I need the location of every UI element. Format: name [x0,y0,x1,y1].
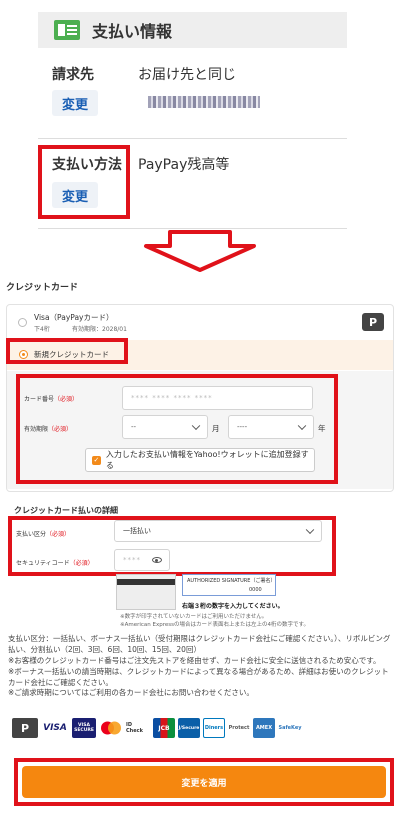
payment-info-title: 支払い情報 [92,22,173,41]
mastercard-logo [99,718,123,738]
j-secure-logo: J/Secure [178,718,200,738]
security-note-2: ※American Expressの場合はカード表面右上または左上の4桁の数字で… [120,622,309,628]
note-paragraph: ※ご請求時期についてはご利用の各カード会社にお問い合わせください。 [8,688,254,698]
down-arrow-icon [144,230,256,272]
amex-logo: AMEX [253,718,275,738]
visa-secure-logo: VISA SECURE [72,718,96,738]
note-paragraph: ※ボーナス一括払いの請当時期は、クレジットカードによって異なる場合があるため、詳… [8,666,389,687]
saved-card-option[interactable]: Visa（PayPayカード） 下4桁 有効期限：2028/01 [6,305,394,339]
safekey-logo: SafeKey [278,718,302,738]
highlight-box-method [38,145,130,219]
billing-label: 請求先 [52,67,94,83]
notes-block: 支払い区分：一括払い、ボーナス一括払い（受付期限はクレジットカード会社にご確認く… [8,634,392,699]
billing-address-redacted [148,96,260,108]
diners-logo: Diners [203,718,225,738]
billing-value: お届け先と同じ [138,67,236,83]
paypay-card-logo: P [362,313,384,331]
saved-card-expiry: 有効期限：2028/01 [72,326,127,333]
jcb-logo: JCB [153,718,175,738]
highlight-box-detail [8,516,336,576]
paypay-card-logo: P [12,718,38,738]
highlight-box-apply [14,758,394,806]
visa-logo: VISA [41,718,69,738]
protect-buy-logo: Protect [228,718,250,738]
divider [38,138,347,139]
card-back-illustration [116,574,176,610]
billing-change-button[interactable]: 変更 [52,90,98,116]
highlight-box-new-card [6,338,128,364]
payment-logos: P VISA VISA SECURE ID Check JCB J/Secure… [12,718,302,738]
note-paragraph: 支払い区分：一括払い、ボーナス一括払い（受付期限はクレジットカード会社にご確認く… [8,634,391,654]
id-check-logo: ID Check [126,718,150,738]
saved-card-radio[interactable] [18,318,27,327]
saved-card-name: Visa（PayPayカード） [34,313,114,322]
payment-method-value: PayPay残高等 [138,157,230,173]
payment-info-header: 支払い情報 [38,12,347,48]
security-code-hint: 右端３桁の数字を入力してください。 [182,603,284,610]
highlight-box-card-form [16,374,338,484]
security-note-1: ※数字が印字されていないカードはご利用いただけません。 [120,614,268,620]
payment-info-icon [54,20,80,40]
signature-panel-illustration: AUTHORIZED SIGNATURE（ご署名） 0000 [182,574,276,596]
credit-card-title: クレジットカード [6,283,79,293]
detail-title: クレジットカード払いの詳細 [14,506,118,515]
saved-card-last4: 下4桁 [34,326,50,333]
note-paragraph: ※お客様のクレジットカード番号はご注文先ストアを経由せず、カード会社に安全に送信… [8,655,381,665]
